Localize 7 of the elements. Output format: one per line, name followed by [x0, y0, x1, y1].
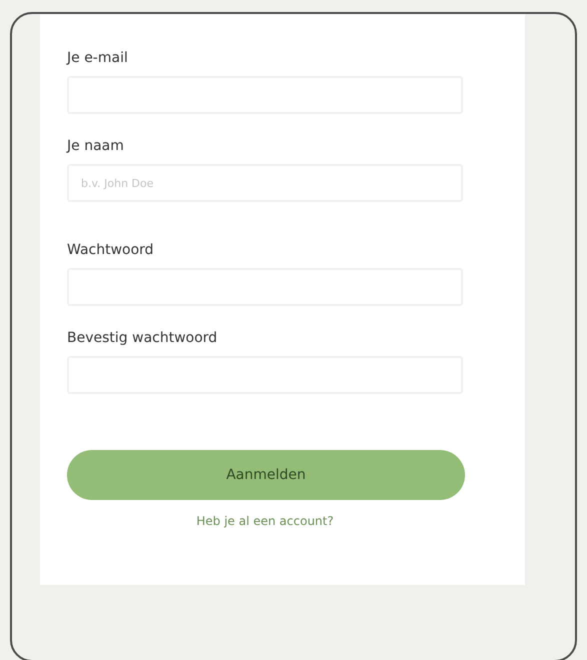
field-label: Bevestig wachtwoord	[67, 330, 218, 346]
field-label: Wachtwoord	[67, 242, 155, 258]
input-field[interactable]: b.v. John Doe	[67, 164, 463, 202]
field-label: Je naam	[67, 138, 125, 154]
login-link[interactable]: Heb je al een account?	[196, 514, 334, 528]
submit-button[interactable]: Aanmelden	[67, 450, 465, 500]
field-label: Je e-mail	[67, 50, 129, 66]
